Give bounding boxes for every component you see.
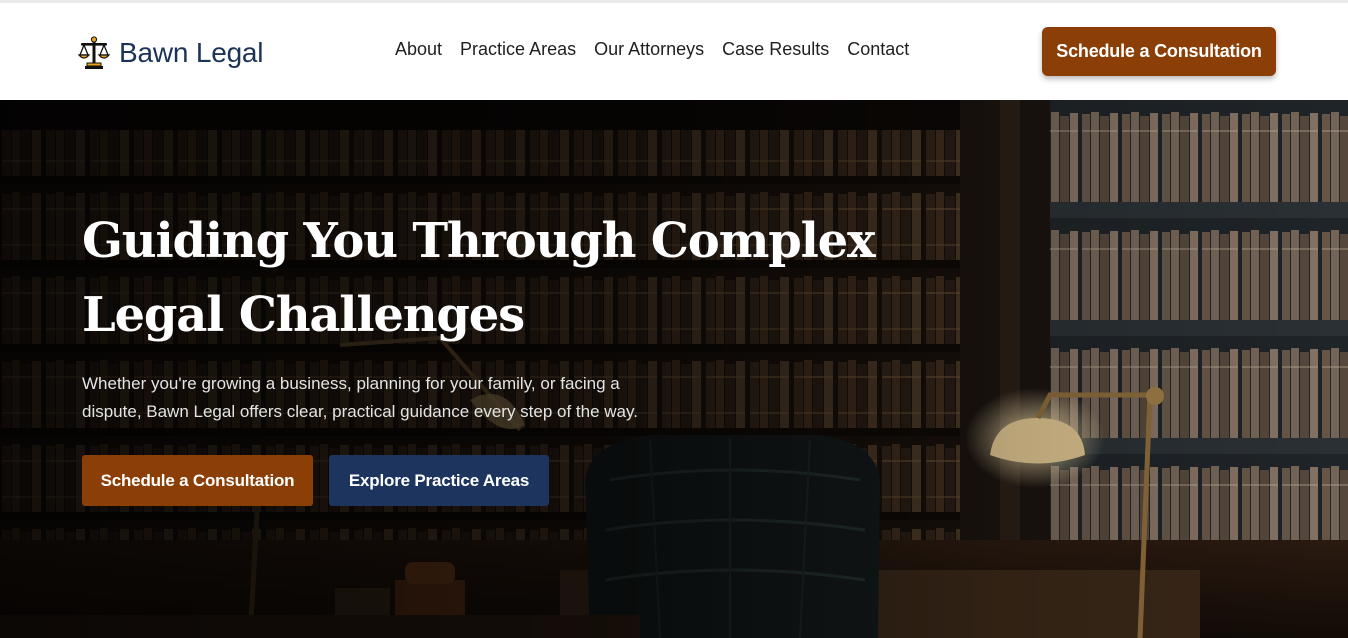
nav-link-case-results[interactable]: Case Results xyxy=(722,39,829,60)
nav-link-about[interactable]: About xyxy=(395,39,442,60)
header-schedule-consultation-button[interactable]: Schedule a Consultation xyxy=(1042,27,1276,76)
hero-subtitle: Whether you're growing a business, plann… xyxy=(82,374,638,421)
nav-link-our-attorneys[interactable]: Our Attorneys xyxy=(594,39,704,60)
hero-section: Guiding You Through Complex Legal Challe… xyxy=(0,100,1348,638)
nav-link-contact[interactable]: Contact xyxy=(847,39,909,60)
nav-link-practice-areas[interactable]: Practice Areas xyxy=(460,39,576,60)
hero-title: Guiding You Through Complex Legal Challe… xyxy=(82,213,876,343)
hero-schedule-consultation-button[interactable]: Schedule a Consultation xyxy=(82,455,313,506)
hero-explore-practice-areas-button[interactable]: Explore Practice Areas xyxy=(329,455,549,506)
site-header: Bawn Legal About Practice Areas Our Atto… xyxy=(0,3,1348,100)
brand-name: Bawn Legal xyxy=(119,37,264,68)
primary-nav: About Practice Areas Our Attorneys Case … xyxy=(395,39,909,60)
hero-dark-overlay xyxy=(0,100,1348,638)
scales-of-justice-icon xyxy=(78,36,110,69)
brand-logo-link[interactable]: Bawn Legal xyxy=(78,33,264,73)
